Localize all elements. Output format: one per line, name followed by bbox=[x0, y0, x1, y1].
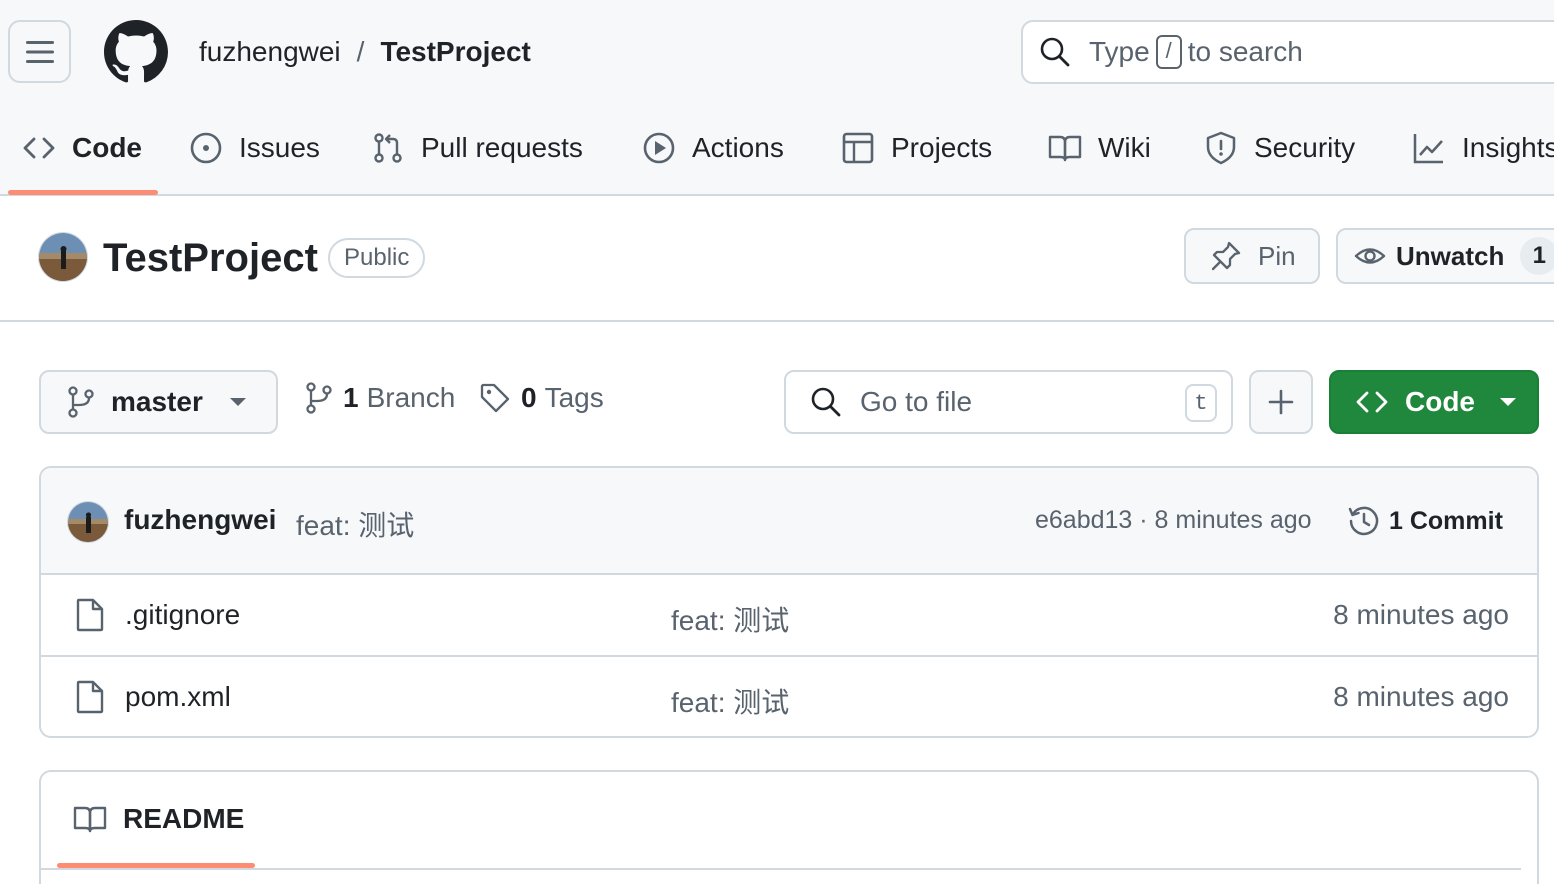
file-name-link[interactable]: .gitignore bbox=[125, 599, 240, 631]
branch-name: master bbox=[111, 386, 203, 417]
tab-label: Code bbox=[72, 132, 142, 163]
tab-security[interactable]: Security bbox=[1204, 118, 1355, 178]
tags-link[interactable]: 0 Tags bbox=[479, 382, 604, 414]
tab-label: Security bbox=[1254, 132, 1356, 163]
code-icon bbox=[1356, 391, 1388, 413]
search-placeholder-suffix: to search bbox=[1187, 36, 1303, 67]
caret-down-icon bbox=[229, 398, 246, 406]
watch-count: 1 bbox=[1520, 237, 1554, 275]
breadcrumb-owner-link[interactable]: fuzhengwei bbox=[199, 36, 341, 68]
menu-button[interactable] bbox=[8, 20, 71, 83]
tab-insights[interactable]: Insights bbox=[1412, 118, 1554, 178]
search-placeholder-prefix: Type bbox=[1089, 36, 1150, 67]
commit-author-link[interactable]: fuzhengwei bbox=[124, 504, 276, 536]
issue-opened-icon bbox=[190, 132, 222, 164]
file-commit-message-link[interactable]: feat: 测试 bbox=[671, 681, 789, 721]
readme-panel: README bbox=[39, 770, 1539, 884]
latest-commit-row: fuzhengwei feat: 测试 e6abd13 · 8 minutes … bbox=[41, 468, 1537, 575]
tag-icon bbox=[480, 383, 510, 413]
file-updated-time: 8 minutes ago bbox=[1333, 599, 1509, 630]
tab-label: Insights bbox=[1462, 132, 1554, 163]
history-icon bbox=[1348, 506, 1379, 536]
unwatch-button[interactable]: Unwatch 1 bbox=[1336, 228, 1554, 284]
tab-actions[interactable]: Actions bbox=[642, 118, 784, 178]
tab-label: Pull requests bbox=[421, 132, 583, 163]
book-icon bbox=[1048, 135, 1082, 162]
file-commit-message-link[interactable]: feat: 测试 bbox=[671, 599, 789, 639]
avatar[interactable] bbox=[38, 232, 88, 282]
go-to-file-input[interactable]: Go to file t bbox=[784, 370, 1233, 434]
search-placeholder: Type / to search bbox=[1089, 35, 1303, 69]
table-row[interactable]: pom.xml feat: 测试 8 minutes ago bbox=[41, 657, 1537, 736]
breadcrumb-separator: / bbox=[356, 36, 365, 67]
shield-icon bbox=[1206, 131, 1236, 165]
breadcrumb: fuzhengwei / TestProject bbox=[199, 32, 531, 72]
pin-icon bbox=[1211, 241, 1241, 271]
tab-code[interactable]: Code bbox=[22, 118, 142, 178]
repo-title-row: TestProject Public Pin Unwatch 1 bbox=[0, 196, 1554, 322]
commit-count-label: 1 Commit bbox=[1389, 506, 1503, 535]
go-to-file-placeholder: Go to file bbox=[860, 386, 973, 417]
table-icon bbox=[842, 132, 874, 164]
tab-pull-requests[interactable]: Pull requests bbox=[371, 118, 583, 178]
tab-issues[interactable]: Issues bbox=[189, 118, 320, 178]
tab-label: Wiki bbox=[1098, 132, 1151, 163]
tab-label: Issues bbox=[239, 132, 320, 163]
active-tab-indicator bbox=[8, 190, 158, 195]
file-name-link[interactable]: pom.xml bbox=[125, 681, 231, 713]
file-icon bbox=[76, 598, 104, 632]
search-icon bbox=[1040, 37, 1070, 67]
go-to-file-shortcut: t bbox=[1185, 384, 1217, 422]
tab-label: Actions bbox=[692, 132, 784, 163]
git-pull-request-icon bbox=[374, 133, 402, 163]
git-branch-icon bbox=[306, 382, 332, 414]
pin-label: Pin bbox=[1258, 240, 1296, 271]
global-search-input[interactable]: Type / to search bbox=[1021, 20, 1554, 84]
tag-count: 0 bbox=[521, 382, 537, 413]
file-icon bbox=[76, 680, 104, 714]
graph-icon bbox=[1413, 134, 1443, 164]
add-file-button[interactable] bbox=[1249, 370, 1313, 434]
code-icon bbox=[23, 137, 55, 159]
pin-button[interactable]: Pin bbox=[1184, 228, 1320, 284]
readme-tab[interactable]: README bbox=[73, 802, 244, 836]
tab-label: Projects bbox=[891, 132, 993, 163]
tab-projects[interactable]: Projects bbox=[841, 118, 992, 178]
code-button-label: Code bbox=[1405, 386, 1475, 417]
branches-link[interactable]: 1 Branch bbox=[305, 382, 455, 414]
github-logo-icon[interactable] bbox=[104, 20, 168, 84]
commit-message-link[interactable]: feat: 测试 bbox=[296, 504, 414, 544]
tab-wiki[interactable]: Wiki bbox=[1048, 118, 1151, 178]
commit-history-link[interactable]: 1 Commit bbox=[1347, 504, 1503, 538]
tag-count-label: Tags bbox=[544, 382, 604, 413]
plus-icon bbox=[1268, 389, 1294, 415]
caret-down-icon bbox=[1500, 398, 1516, 406]
branch-count-label: Branch bbox=[366, 382, 456, 413]
search-icon bbox=[811, 387, 841, 417]
file-updated-time: 8 minutes ago bbox=[1333, 681, 1509, 712]
branch-select-button[interactable]: master bbox=[39, 370, 278, 434]
table-row[interactable]: .gitignore feat: 测试 8 minutes ago bbox=[41, 575, 1537, 657]
eye-icon bbox=[1354, 248, 1386, 264]
book-icon bbox=[73, 806, 107, 833]
file-table: fuzhengwei feat: 测试 e6abd13 · 8 minutes … bbox=[39, 466, 1539, 738]
global-header: fuzhengwei / TestProject Type / to searc… bbox=[0, 0, 1554, 196]
hamburger-icon bbox=[25, 40, 54, 63]
avatar[interactable] bbox=[67, 501, 109, 543]
unwatch-label: Unwatch bbox=[1396, 240, 1505, 271]
branch-count: 1 bbox=[343, 382, 359, 413]
code-dropdown-button[interactable]: Code bbox=[1329, 370, 1539, 434]
git-branch-icon bbox=[68, 386, 94, 418]
visibility-badge: Public bbox=[328, 238, 426, 278]
breadcrumb-repo-link[interactable]: TestProject bbox=[380, 36, 530, 68]
divider bbox=[41, 868, 1521, 870]
readme-tab-label: README bbox=[123, 803, 245, 834]
commit-hash-and-time[interactable]: e6abd13 · 8 minutes ago bbox=[1035, 506, 1312, 535]
repo-title[interactable]: TestProject bbox=[103, 236, 318, 281]
play-icon bbox=[643, 132, 675, 164]
search-shortcut-key: / bbox=[1155, 35, 1182, 69]
